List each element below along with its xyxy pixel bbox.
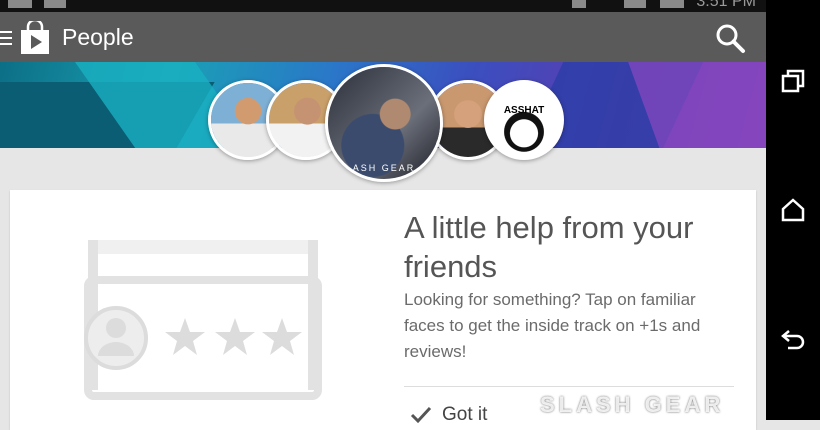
signal-icon: [624, 0, 646, 8]
watermark: SLASH GEAR: [540, 392, 725, 417]
card-title: A little help from your friends: [404, 210, 694, 284]
status-bar: 3:51 PM: [0, 0, 766, 12]
menu-icon[interactable]: [0, 31, 12, 45]
avatar-person-5[interactable]: ASSHAT: [484, 80, 564, 160]
notification-icon: [8, 0, 32, 8]
avatar-caption: ASH GEAR: [352, 163, 416, 173]
play-store-icon[interactable]: [19, 21, 51, 55]
battery-icon: [660, 0, 684, 8]
notification-icon: [44, 0, 66, 8]
home-icon[interactable]: [780, 197, 806, 223]
system-nav-bar: [766, 0, 820, 420]
avatar-caption: ASSHAT: [503, 105, 545, 116]
got-it-button[interactable]: Got it: [410, 404, 487, 426]
app-bar: People: [0, 12, 766, 62]
recent-apps-icon[interactable]: [780, 68, 806, 94]
search-icon[interactable]: [714, 22, 746, 54]
back-icon[interactable]: [780, 326, 806, 352]
rating-illustration: [84, 240, 322, 400]
status-time: 3:51 PM: [696, 0, 756, 10]
check-icon: [410, 406, 432, 424]
got-it-label: Got it: [442, 404, 488, 425]
data-transfer-icon: [572, 0, 586, 8]
avatar-person-3[interactable]: ASH GEAR: [325, 64, 443, 182]
card-body: Looking for something? Tap on familiar f…: [404, 290, 701, 361]
page-title: People: [62, 24, 134, 50]
divider: [404, 386, 734, 387]
